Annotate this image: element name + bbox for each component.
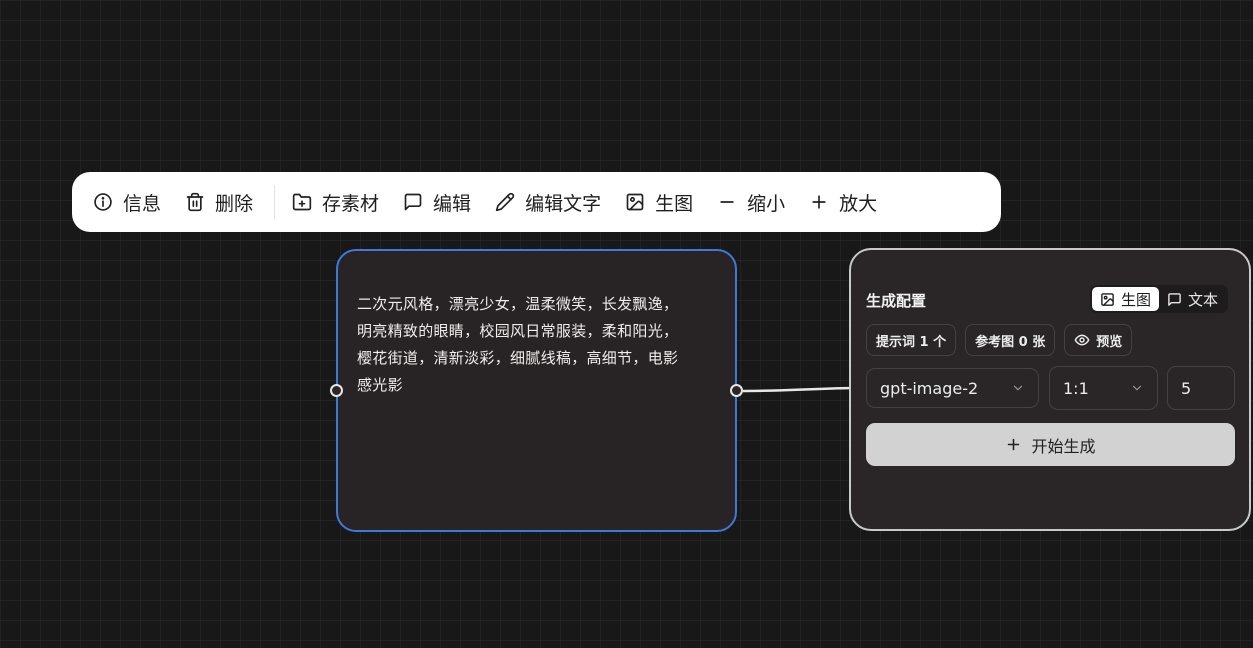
mode-text-label: 文本 [1188, 290, 1219, 309]
minus-icon [720, 201, 734, 203]
count-input[interactable]: 5 [1167, 366, 1235, 410]
text-node[interactable]: 二次元风格，漂亮少女，温柔微笑，长发飘逸， 明亮精致的眼睛，校园风日常服装，柔和… [336, 249, 737, 532]
pencil-icon [495, 192, 515, 212]
mode-image-tab[interactable]: 生图 [1092, 287, 1160, 311]
save-asset-button[interactable]: 存素材 [285, 182, 386, 222]
chevron-down-icon [1013, 385, 1023, 391]
node-toolbar: 信息 删除 存素材 编辑 编辑文字 生图 缩小 放大 [72, 172, 1001, 232]
generate-image-label: 生图 [655, 192, 694, 215]
info-button[interactable]: 信息 [86, 182, 168, 222]
connection-edge [743, 386, 853, 393]
edit-text-button[interactable]: 编辑文字 [488, 182, 608, 222]
message-square-icon [404, 193, 422, 211]
zoom-in-label: 放大 [839, 192, 878, 215]
edit-text-label: 编辑文字 [525, 192, 602, 215]
start-generate-button[interactable]: 开始生成 [866, 423, 1235, 466]
reference-count-label: 参考图 0 张 [975, 334, 1046, 350]
edit-button[interactable]: 编辑 [396, 182, 478, 222]
mode-text-tab[interactable]: 文本 [1159, 287, 1226, 311]
start-generate-label: 开始生成 [1031, 436, 1096, 456]
model-select[interactable]: gpt-image-2 [866, 368, 1039, 408]
trash-icon [186, 192, 204, 212]
edit-label: 编辑 [433, 192, 472, 215]
image-icon [626, 193, 644, 211]
aspect-ratio-select[interactable]: 1:1 [1049, 366, 1158, 410]
count-value: 5 [1181, 378, 1192, 398]
message-square-icon [1168, 292, 1181, 306]
panel-title: 生成配置 [866, 292, 927, 310]
mode-image-label: 生图 [1121, 290, 1152, 309]
image-icon [1101, 292, 1114, 306]
model-value: gpt-image-2 [880, 378, 979, 398]
text-node-output-port[interactable] [730, 384, 743, 397]
zoom-out-button[interactable]: 缩小 [710, 182, 792, 222]
info-chips: 提示词 1 个 参考图 0 张 预览 [866, 324, 1141, 356]
delete-label: 删除 [215, 192, 254, 215]
info-label: 信息 [123, 192, 162, 215]
plus-icon [1008, 438, 1020, 451]
delete-button[interactable]: 删除 [178, 182, 260, 222]
ratio-value: 1:1 [1063, 378, 1089, 398]
generation-config-panel: 生成配置 生图 文本 提示词 1 个 参考图 0 张 预览 gpt-image-… [849, 248, 1251, 531]
reference-count-chip[interactable]: 参考图 0 张 [965, 324, 1056, 356]
prompt-line: 樱花街道，清新淡彩，细腻线稿，高细节，电影 [357, 349, 679, 367]
prompt-count-chip[interactable]: 提示词 1 个 [866, 324, 957, 356]
zoom-out-label: 缩小 [747, 192, 786, 215]
prompt-line: 感光影 [357, 376, 403, 394]
eye-icon [1074, 334, 1090, 346]
prompt-line: 明亮精致的眼睛，校园风日常服装，柔和阳光， [357, 322, 679, 340]
zoom-in-button[interactable]: 放大 [802, 182, 884, 222]
preview-label: 预览 [1096, 334, 1123, 350]
save-asset-label: 存素材 [322, 192, 380, 215]
prompt-count-label: 提示词 1 个 [876, 334, 947, 350]
preview-button[interactable]: 预览 [1064, 324, 1133, 356]
folder-plus-icon [292, 193, 312, 211]
toolbar-divider [274, 185, 276, 219]
prompt-line: 二次元风格，漂亮少女，温柔微笑，长发飘逸， [357, 295, 679, 313]
mode-toggle: 生图 文本 [1090, 285, 1229, 313]
text-node-input-port[interactable] [330, 384, 343, 397]
info-icon [94, 193, 112, 211]
chevron-down-icon [1132, 385, 1142, 391]
plus-icon [812, 195, 826, 209]
generate-image-button[interactable]: 生图 [618, 182, 700, 222]
